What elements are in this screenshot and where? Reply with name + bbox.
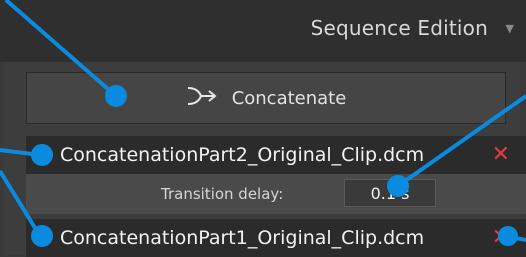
clip-name: ConcatenationPart2_Original_Clip.dcm	[60, 144, 425, 166]
clip-row[interactable]: ConcatenationPart1_Original_Clip.dcm ✕	[26, 219, 526, 257]
concatenate-label: Concatenate	[231, 87, 347, 109]
close-icon[interactable]: ✕	[492, 225, 510, 250]
clip-row[interactable]: ConcatenationPart2_Original_Clip.dcm ✕	[26, 136, 526, 174]
close-icon[interactable]: ✕	[492, 142, 510, 167]
chevron-down-icon[interactable]: ▼	[506, 22, 514, 35]
sequence-edition-title[interactable]: Sequence Edition	[311, 16, 488, 40]
concatenate-button[interactable]: Concatenate	[26, 72, 506, 124]
transition-delay-label: Transition delay:	[161, 185, 284, 203]
merge-arrow-icon	[186, 85, 218, 111]
header-bar: Sequence Edition ▼	[0, 0, 526, 62]
transition-delay-input[interactable]	[344, 179, 436, 207]
transition-delay-bar: Transition delay:	[26, 174, 526, 214]
clip-name: ConcatenationPart1_Original_Clip.dcm	[60, 227, 425, 249]
